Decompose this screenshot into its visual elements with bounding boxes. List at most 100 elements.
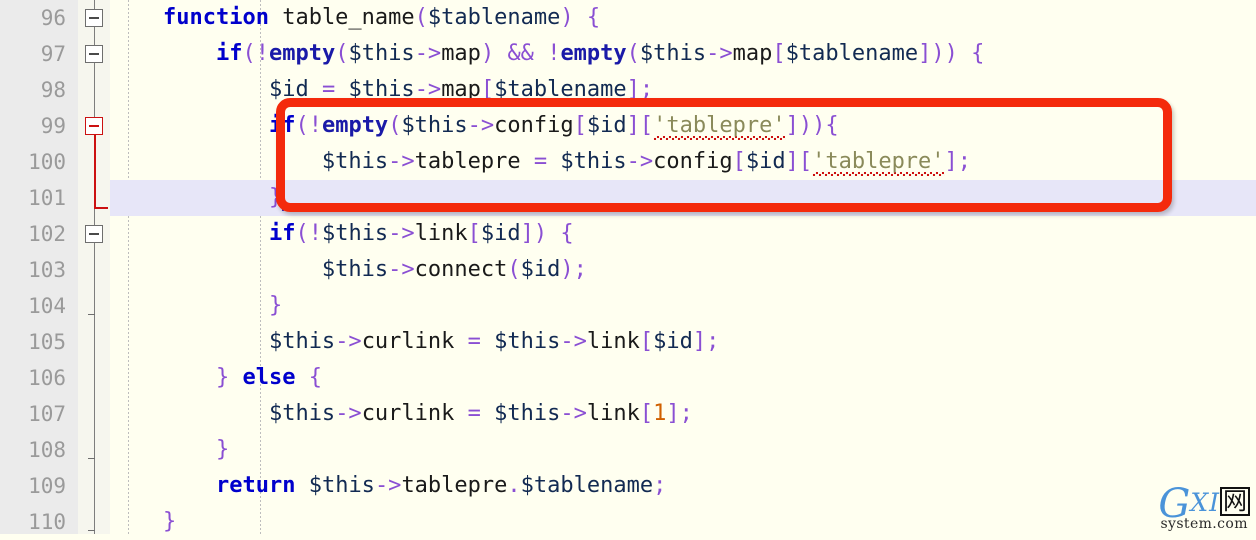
line-number: 100 (28, 150, 66, 174)
code-token: ( (242, 41, 256, 66)
code-token: ! (308, 113, 322, 138)
code-line-text: } (110, 288, 282, 324)
line-number: 97 (40, 42, 66, 66)
code-token: curlink (361, 401, 455, 426)
code-token: -> (388, 221, 415, 246)
code-token: ] (626, 113, 640, 138)
code-token: $this (348, 41, 415, 66)
code-token: $this (321, 257, 389, 282)
code-token: . (507, 473, 521, 498)
code-line[interactable]: if(!empty($this->map) && !empty($this->m… (110, 36, 1256, 72)
code-line[interactable]: if(!empty($this->config[$id]['tablepre']… (110, 108, 1256, 144)
line-number-list: 96 97 98 99 100 101 102 103 104 105 106 107 108 109 11… (0, 0, 78, 540)
code-token: $id (268, 77, 309, 102)
code-line[interactable]: $this->curlink = $this->link[1]; (110, 396, 1256, 432)
code-token: -> (335, 329, 362, 354)
fold-toggle-icon[interactable] (85, 9, 103, 27)
code-line-text: $this->tablepre = $this->config[$id]['ta… (110, 144, 971, 180)
fold-toggle-icon[interactable] (85, 45, 103, 63)
code-token: } (268, 185, 283, 210)
code-line-text: } (110, 180, 282, 216)
code-token: -> (414, 77, 442, 102)
code-token: link (586, 329, 640, 354)
code-token: [ (732, 149, 746, 174)
code-line[interactable]: $id = $this->map[$tablename]; (110, 72, 1256, 108)
code-token: [ (798, 149, 813, 174)
code-token: $tablename (494, 77, 627, 102)
fold-toggle-icon[interactable] (85, 225, 103, 243)
code-token: -> (560, 401, 587, 426)
code-token: } (215, 365, 230, 390)
code-token: link (414, 221, 468, 246)
code-token: ] (666, 401, 680, 426)
code-token: $this (494, 401, 561, 426)
code-token: ] (918, 41, 932, 66)
code-token: = (467, 401, 481, 426)
watermark-cjk-glyph: 网 (1220, 487, 1250, 517)
code-token: 'tablepre' (653, 113, 786, 138)
line-number: 109 (28, 474, 66, 498)
code-token: -> (388, 257, 415, 282)
line-number: 96 (40, 6, 66, 30)
code-token: $this (268, 401, 336, 426)
code-line[interactable]: $this->tablepre = $this->config[$id]['ta… (110, 144, 1256, 180)
code-token: { (825, 113, 839, 138)
code-line[interactable]: if(!$this->link[$id]) { (110, 216, 1256, 252)
text-caret (282, 185, 284, 211)
code-token: $this (268, 329, 336, 354)
code-line[interactable]: } (110, 288, 1256, 324)
code-token: $this (560, 149, 627, 174)
code-line[interactable]: function table_name($tablename) { (110, 0, 1256, 36)
code-line[interactable]: } (110, 504, 1256, 540)
code-token: $this (348, 77, 415, 102)
code-line-text: if(!$this->link[$id]) { (110, 216, 574, 252)
fold-end-tick (88, 314, 95, 315)
code-line-text: if(!empty($this->map) && !empty($this->m… (110, 36, 984, 72)
code-content-area[interactable]: function table_name($tablename) { if(!em… (110, 0, 1256, 534)
code-token: map (732, 41, 773, 66)
code-line[interactable]: $this->curlink = $this->link[$id]; (110, 324, 1256, 360)
code-token: ) (560, 5, 574, 30)
code-line-text: return $this->tablepre.$tablename; (110, 468, 666, 504)
code-token: $id (586, 113, 627, 138)
code-line[interactable]: } (110, 180, 1256, 216)
code-line[interactable]: } else { (110, 360, 1256, 396)
code-line-text: } else { (110, 360, 322, 396)
code-token: ] (626, 77, 640, 102)
line-number: 107 (28, 402, 66, 426)
code-token: ! (255, 41, 269, 66)
code-token: ( (414, 5, 428, 30)
code-line-text: function table_name($tablename) { (110, 0, 600, 36)
code-line[interactable]: $this->connect($id); (110, 252, 1256, 288)
code-token: ) (480, 41, 495, 66)
code-token: ( (626, 41, 640, 66)
code-line[interactable]: } (110, 432, 1256, 468)
fold-toggle-icon[interactable] (85, 117, 103, 135)
fold-end-tick (88, 458, 95, 459)
active-fold-range-foot (94, 207, 108, 209)
code-token: $this (308, 473, 375, 498)
code-token: $this (639, 41, 707, 66)
line-number: 99 (40, 114, 66, 138)
code-line[interactable]: return $this->tablepre.$tablename; (110, 468, 1256, 504)
code-token: table_name (282, 5, 415, 30)
code-line-text: if(!empty($this->config[$id]['tablepre']… (110, 108, 839, 144)
code-token: $this (401, 113, 468, 138)
watermark-domain: system.com (1160, 516, 1248, 532)
code-token: ; (653, 473, 667, 498)
